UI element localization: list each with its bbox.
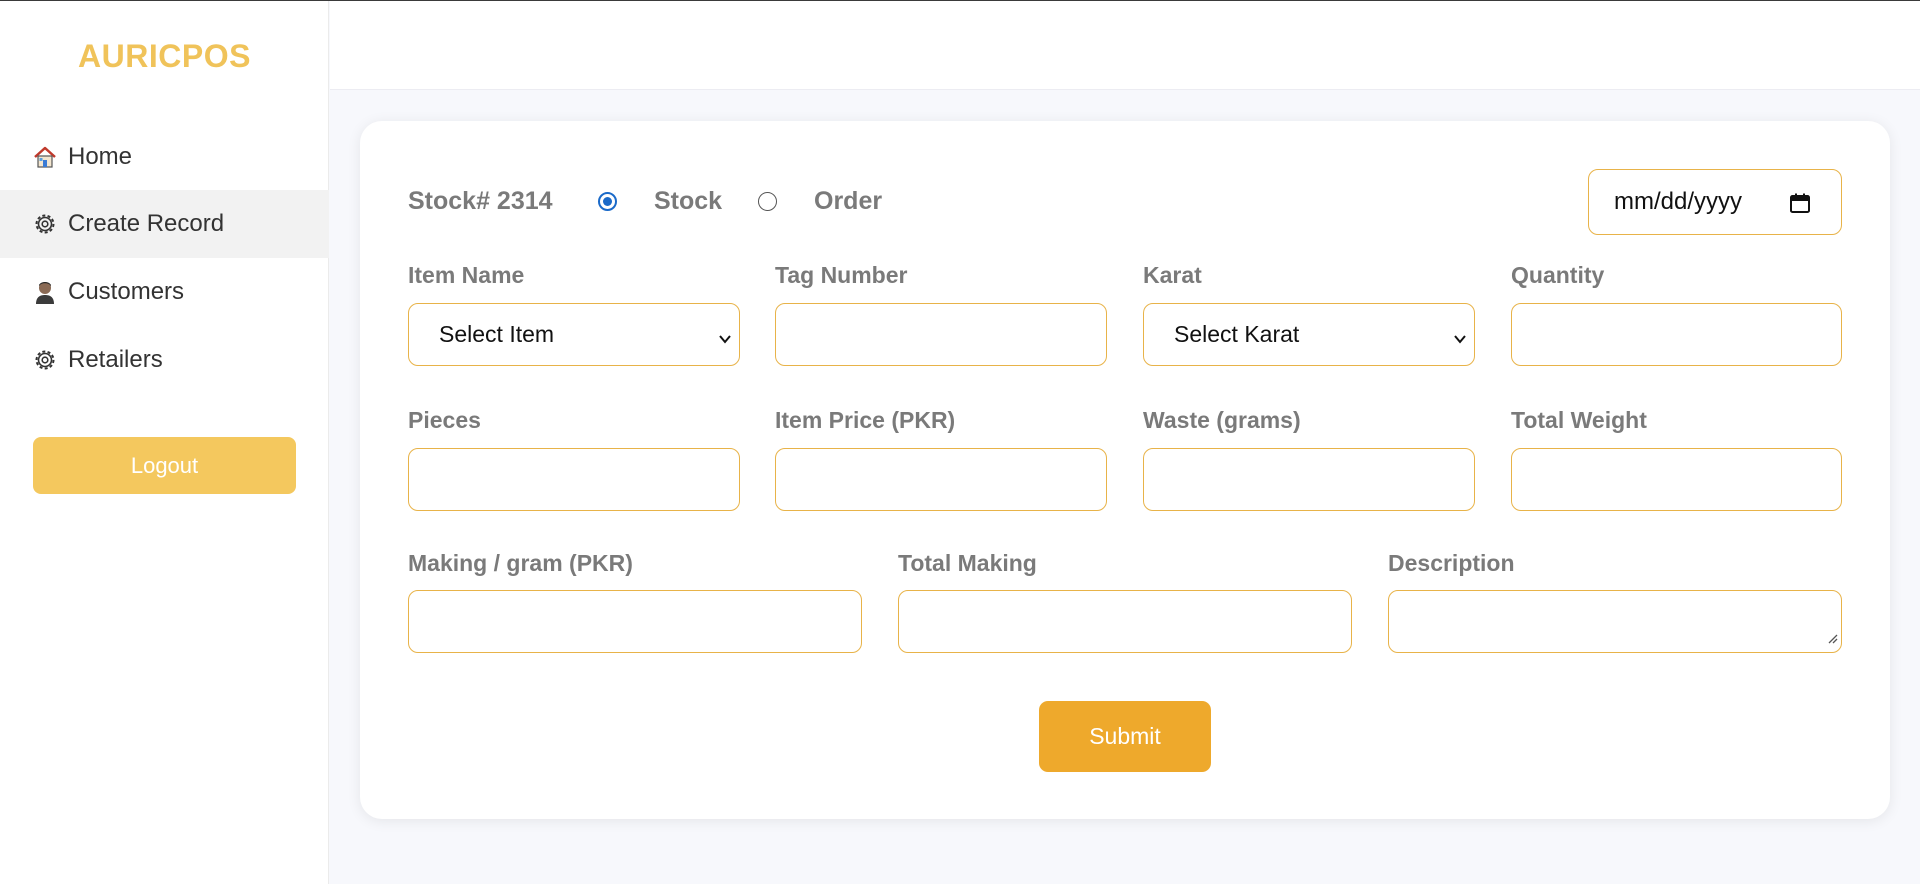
sidebar-item-create-record[interactable]: Create Record — [0, 190, 329, 258]
order-radio-label[interactable]: Order — [814, 187, 882, 216]
sidebar-item-label: Retailers — [68, 346, 163, 373]
total-weight-input[interactable] — [1511, 448, 1842, 511]
making-per-gram-input[interactable] — [408, 590, 862, 653]
sidebar-item-customers[interactable]: Customers — [0, 258, 329, 326]
tag-number-label: Tag Number — [775, 262, 908, 288]
stock-number: Stock# 2314 — [408, 187, 553, 215]
total-making-input[interactable] — [898, 590, 1352, 653]
chevron-down-icon — [717, 326, 733, 353]
logout-button[interactable]: Logout — [33, 437, 296, 494]
item-price-input[interactable] — [775, 448, 1107, 511]
tag-number-input[interactable] — [775, 303, 1107, 366]
karat-value: Select Karat — [1174, 321, 1300, 347]
quantity-input[interactable] — [1511, 303, 1842, 366]
description-label: Description — [1388, 550, 1515, 576]
sidebar-item-label: Customers — [68, 278, 185, 305]
item-price-label: Item Price (PKR) — [775, 407, 956, 433]
karat-label: Karat — [1143, 262, 1202, 288]
calendar-icon[interactable] — [1789, 192, 1811, 221]
pieces-input[interactable] — [408, 448, 740, 511]
waste-input[interactable] — [1143, 448, 1475, 511]
pieces-label: Pieces — [408, 407, 481, 433]
chevron-down-icon — [1452, 326, 1468, 353]
karat-select[interactable]: Select Karat — [1143, 303, 1475, 366]
sidebar: AURICPOS Home Create Record Customers Re… — [0, 1, 329, 884]
item-name-label: Item Name — [408, 262, 525, 288]
user-icon — [32, 279, 58, 305]
order-radio[interactable] — [758, 192, 777, 211]
sidebar-item-label: Home — [68, 143, 133, 170]
sidebar-item-label: Create Record — [68, 210, 225, 237]
gear-icon — [32, 347, 58, 373]
stock-radio-label[interactable]: Stock — [654, 187, 722, 216]
waste-label: Waste (grams) — [1143, 407, 1301, 433]
quantity-label: Quantity — [1511, 262, 1605, 288]
gear-icon — [32, 211, 58, 237]
submit-button[interactable]: Submit — [1039, 701, 1211, 772]
item-name-value: Select Item — [439, 321, 555, 347]
home-icon — [32, 144, 58, 170]
resize-handle-icon[interactable] — [1826, 631, 1838, 649]
making-per-gram-label: Making / gram (PKR) — [408, 550, 633, 576]
brand-logo: AURICPOS — [78, 38, 251, 74]
item-name-select[interactable]: Select Item — [408, 303, 740, 366]
sidebar-item-home[interactable]: Home — [0, 123, 329, 191]
date-placeholder: mm/dd/yyyy — [1614, 188, 1743, 215]
stock-radio[interactable] — [598, 192, 617, 211]
date-input[interactable]: mm/dd/yyyy — [1588, 169, 1842, 235]
total-making-label: Total Making — [898, 550, 1037, 576]
top-header — [330, 1, 1920, 90]
create-record-form: Stock# 2314 Stock Order mm/dd/yyyy Item … — [360, 121, 1890, 819]
description-textarea[interactable] — [1388, 590, 1842, 653]
total-weight-label: Total Weight — [1511, 407, 1647, 433]
sidebar-item-retailers[interactable]: Retailers — [0, 326, 329, 394]
